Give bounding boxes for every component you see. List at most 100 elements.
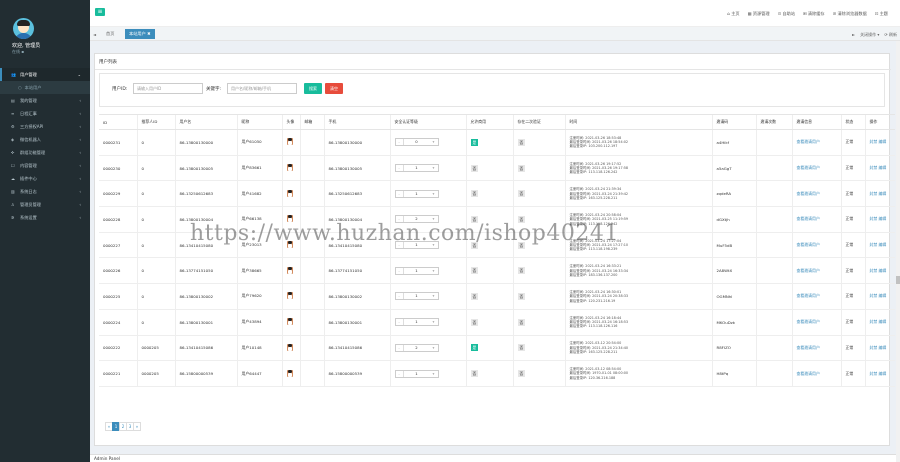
scrollbar-thumb[interactable] (896, 276, 900, 284)
commercial-toggle[interactable]: 否 (470, 190, 479, 198)
column-header[interactable]: 存在二次验证 (512, 114, 565, 130)
row-actions-links[interactable]: 封禁 编辑 (864, 335, 895, 362)
view-invited-users-link[interactable]: 查看邀请用户 (791, 335, 841, 362)
increment-button[interactable]: ▾ (430, 139, 438, 145)
commercial-toggle[interactable]: 否 (470, 267, 479, 275)
increment-button[interactable]: ▾ (430, 319, 438, 325)
row-actions-links[interactable]: 封禁 编辑 (864, 232, 895, 259)
decrement-button[interactable]: - (396, 319, 404, 326)
row-actions-links[interactable]: 封禁 编辑 (864, 155, 895, 182)
uid-input[interactable]: 请输入用户ID (133, 83, 203, 94)
column-header[interactable]: 允许商用 (465, 114, 513, 130)
commercial-toggle[interactable]: 是 (470, 344, 479, 352)
row-actions-links[interactable]: 封禁 编辑 (864, 309, 895, 336)
tab-next-button[interactable]: ► (852, 32, 855, 38)
sidebar-item-10[interactable]: ♙ 管理员管理 ‹ (0, 198, 90, 211)
view-invited-users-link[interactable]: 查看邀请用户 (791, 180, 841, 208)
level-stepper[interactable]: -1 ▾ (394, 292, 439, 301)
level-stepper[interactable]: -1 ▾ (394, 189, 439, 198)
sidebar-item-3[interactable]: ≡ 日程汇事 ‹ (0, 107, 90, 120)
topnav-link-0[interactable]: ⌂ 主页 (727, 11, 739, 17)
view-invited-users-link[interactable]: 查看邀请用户 (791, 232, 841, 259)
stepper-value[interactable]: 0 (404, 139, 430, 145)
topnav-link-3[interactable]: ⊞ 清除缓存 (803, 11, 825, 17)
sidebar-toggle-button[interactable]: ≡ (95, 8, 105, 16)
level-stepper[interactable]: -0 ▾ (394, 138, 439, 147)
decrement-button[interactable]: - (396, 267, 404, 274)
view-invited-users-link[interactable]: 查看邀请用户 (791, 155, 841, 182)
clear-button[interactable]: 清空 (325, 83, 343, 94)
row-actions-links[interactable]: 封禁 编辑 (864, 283, 895, 310)
increment-button[interactable]: ▾ (430, 371, 438, 377)
topnav-link-1[interactable]: ▦ 资源管理 (748, 11, 770, 17)
stepper-value[interactable]: 1 (404, 191, 430, 197)
sidebar-item-9[interactable]: ▥ 系统日志 ‹ (0, 185, 90, 198)
view-invited-users-link[interactable]: 查看邀请用户 (791, 309, 841, 336)
row-actions-links[interactable]: 封禁 编辑 (864, 360, 895, 387)
column-header[interactable]: 邀请码 (711, 114, 756, 130)
view-invited-users-link[interactable]: 查看邀请用户 (791, 360, 841, 387)
row-actions-links[interactable]: 封禁 编辑 (864, 206, 895, 233)
column-header[interactable]: 状态 (840, 114, 865, 130)
decrement-button[interactable]: - (396, 344, 404, 351)
stepper-value[interactable]: 1 (404, 293, 430, 299)
sidebar-subitem-users[interactable]: ○ 本站用户 (0, 81, 90, 94)
sidebar-item-2[interactable]: ▤ 我的管理 ‹ (0, 94, 90, 107)
column-header[interactable]: ID (99, 114, 137, 130)
column-header[interactable]: 用户名 (174, 114, 237, 130)
topnav-link-2[interactable]: ⊙ 自助站 (778, 11, 795, 17)
view-invited-users-link[interactable]: 查看邀请用户 (791, 206, 841, 233)
commercial-toggle[interactable]: 否 (470, 318, 479, 326)
column-header[interactable]: 头像 (281, 114, 300, 130)
commercial-toggle[interactable]: 否 (470, 292, 479, 300)
column-header[interactable]: 邮箱 (299, 114, 324, 130)
stepper-value[interactable]: 2 (404, 345, 430, 351)
sidebar-item-11[interactable]: ✲ 系统设置 ‹ (0, 211, 90, 224)
stepper-value[interactable]: 1 (404, 371, 430, 377)
view-invited-users-link[interactable]: 查看邀请用户 (791, 283, 841, 310)
row-actions-links[interactable]: 封禁 编辑 (864, 129, 895, 156)
increment-button[interactable]: ▾ (430, 268, 438, 274)
sidebar-item-6[interactable]: ✣ 群组功能管理 ‹ (0, 146, 90, 159)
sidebar-item-0[interactable]: 👥 用户管理 ⌄ (0, 68, 90, 81)
search-button[interactable]: 搜索 (304, 83, 322, 94)
tab-prev-button[interactable]: ◄ (93, 32, 96, 37)
view-invited-users-link[interactable]: 查看邀请用户 (791, 257, 841, 285)
column-header[interactable]: 时间 (564, 114, 712, 130)
increment-button[interactable]: ▾ (430, 191, 438, 197)
commercial-toggle[interactable]: 否 (470, 164, 479, 172)
column-header[interactable]: 邀请次数 (755, 114, 792, 130)
stepper-value[interactable]: 1 (404, 268, 430, 274)
decrement-button[interactable]: - (396, 190, 404, 197)
sidebar-item-8[interactable]: ☁ 插件中心 ‹ (0, 172, 90, 185)
page-button[interactable]: » (133, 422, 141, 431)
decrement-button[interactable]: - (396, 165, 404, 172)
row-actions-links[interactable]: 封禁 编辑 (864, 180, 895, 208)
column-header[interactable]: 邀请信息 (791, 114, 841, 130)
column-header[interactable]: 操作 (864, 114, 895, 130)
commercial-toggle[interactable]: 是 (470, 138, 479, 146)
commercial-toggle[interactable]: 否 (470, 370, 479, 378)
sidebar-item-5[interactable]: ◈ 微信机器人 ‹ (0, 133, 90, 146)
topnav-link-4[interactable]: ⊘ 清除浏览器数据 (833, 11, 867, 17)
decrement-button[interactable]: - (396, 139, 404, 146)
level-stepper[interactable]: -1 ▾ (394, 164, 439, 173)
column-header[interactable]: 推荐人ID (136, 114, 175, 130)
topnav-link-5[interactable]: ⊡ 主题 (875, 11, 888, 17)
level-stepper[interactable]: -1 ▾ (394, 266, 439, 275)
keyword-input[interactable]: 用户名/昵称/邮箱/手机 (227, 83, 297, 94)
increment-button[interactable]: ▾ (430, 165, 438, 171)
sidebar-item-7[interactable]: ☐ 内容管理 ‹ (0, 159, 90, 172)
level-stepper[interactable]: -1 ▾ (394, 318, 439, 327)
level-stepper[interactable]: -2 ▾ (394, 343, 439, 352)
increment-button[interactable]: ▾ (430, 293, 438, 299)
view-invited-users-link[interactable]: 查看邀请用户 (791, 129, 841, 156)
tab-users[interactable]: 本站用户 ✖ (125, 29, 155, 39)
stepper-value[interactable]: 1 (404, 165, 430, 171)
refresh-button[interactable]: ⟳ 刷新 (884, 32, 897, 38)
tab-home[interactable]: 首页 (102, 29, 118, 39)
column-header[interactable]: 安全认证等级 (389, 114, 466, 130)
level-stepper[interactable]: -1 ▾ (394, 369, 439, 378)
stepper-value[interactable]: 1 (404, 319, 430, 325)
sidebar-item-4[interactable]: ⚙ 三方授权API ‹ (0, 120, 90, 133)
